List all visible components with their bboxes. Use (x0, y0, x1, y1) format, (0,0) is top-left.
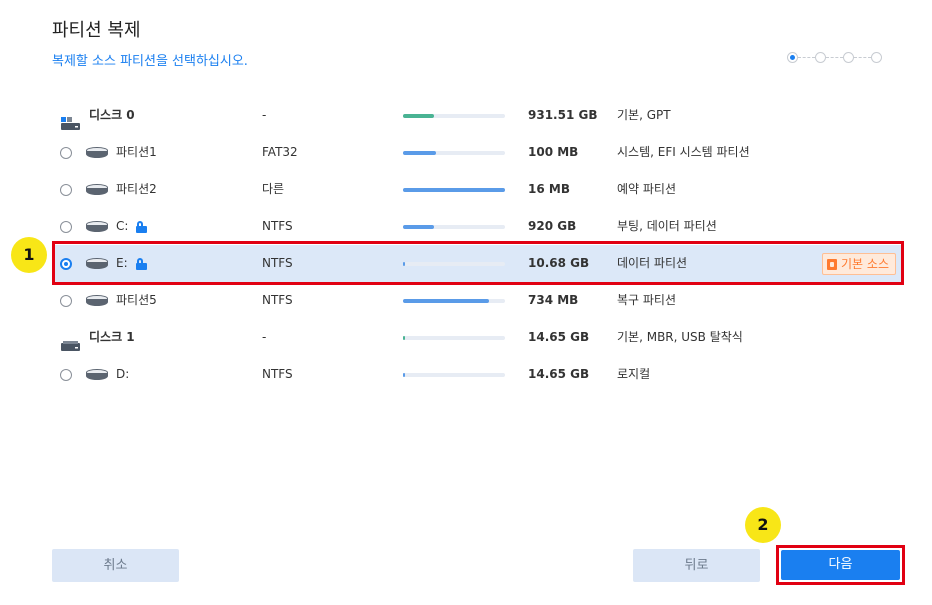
page-title: 파티션 복제 (52, 20, 141, 41)
partition-name: 파티션1 (116, 145, 157, 159)
description-cell: 로지컬 (617, 367, 651, 381)
description-cell: 복구 파티션 (617, 293, 677, 307)
usage-bar-fill (403, 114, 434, 118)
highlight-box-row (52, 241, 904, 285)
partition-row[interactable]: D: NTFS 14.65 GB 로지컬 (52, 356, 904, 393)
name-cell: 디스크 1 (60, 319, 135, 356)
usage-bar (403, 151, 505, 155)
name-cell: D: (60, 356, 129, 393)
page-subtitle: 복제할 소스 파티션을 선택하십시오. (52, 54, 248, 69)
name-cell: C: (60, 208, 148, 245)
size-cell: 14.65 GB (528, 367, 590, 381)
size-cell: 734 MB (528, 293, 579, 307)
disk-name: 디스크 0 (89, 108, 135, 122)
partition-name: C: (116, 219, 129, 233)
size-cell: 931.51 GB (528, 108, 598, 122)
usage-bar-fill (403, 225, 434, 229)
filesystem-cell: - (262, 330, 267, 344)
partition-name: D: (116, 367, 130, 381)
filesystem-cell: 다른 (262, 182, 285, 196)
description-cell: 시스템, EFI 시스템 파티션 (617, 145, 750, 159)
partition-radio[interactable] (60, 183, 72, 196)
step-connector (798, 56, 815, 58)
step-dot-3 (843, 51, 854, 63)
cancel-button[interactable]: 취소 (52, 549, 179, 582)
partition-radio[interactable] (60, 146, 72, 159)
disk-name: 디스크 1 (89, 330, 135, 344)
filesystem-cell: FAT32 (262, 145, 298, 159)
partition-icon (86, 146, 108, 159)
step-indicator (787, 50, 882, 64)
usage-bar (403, 336, 505, 340)
disk-row: 디스크 1 - 14.65 GB 기본, MBR, USB 탈착식 (52, 319, 904, 356)
description-cell: 기본, GPT (617, 108, 671, 122)
annotation-marker-1: 1 (11, 237, 47, 273)
partition-icon (86, 294, 108, 307)
partition-icon (86, 220, 108, 233)
name-cell: 파티션1 (60, 134, 157, 171)
partition-row[interactable]: 파티션1 FAT32 100 MB 시스템, EFI 시스템 파티션 (52, 134, 904, 171)
partition-radio[interactable] (60, 294, 72, 307)
filesystem-cell: NTFS (262, 293, 293, 307)
step-connector (826, 56, 843, 58)
usage-bar-fill (403, 336, 405, 340)
partition-row[interactable]: 파티션2 다른 16 MB 예약 파티션 (52, 171, 904, 208)
usage-bar-fill (403, 373, 405, 377)
size-cell: 14.65 GB (528, 330, 590, 344)
filesystem-cell: NTFS (262, 219, 293, 233)
usage-bar-fill (403, 151, 436, 155)
name-cell: 파티션2 (60, 171, 157, 208)
description-cell: 부팅, 데이터 파티션 (617, 219, 717, 233)
usb-drive-icon (60, 331, 81, 351)
step-dot-2 (815, 51, 826, 63)
size-cell: 100 MB (528, 145, 579, 159)
partition-radio[interactable] (60, 368, 72, 381)
partition-row[interactable]: 파티션5 NTFS 734 MB 복구 파티션 (52, 282, 904, 319)
partition-icon (86, 183, 108, 196)
name-cell: 파티션5 (60, 282, 157, 319)
description-cell: 기본, MBR, USB 탈착식 (617, 330, 743, 344)
size-cell: 920 GB (528, 219, 577, 233)
usage-bar (403, 225, 505, 229)
partition-name: 파티션2 (116, 182, 157, 196)
usage-bar-fill (403, 188, 505, 192)
partition-icon (86, 368, 108, 381)
filesystem-cell: NTFS (262, 367, 293, 381)
usage-bar (403, 114, 505, 118)
hard-disk-icon (60, 109, 81, 130)
name-cell: 디스크 0 (60, 97, 135, 134)
step-dot-4 (871, 51, 882, 63)
step-dot-1 (787, 51, 798, 63)
usage-bar (403, 299, 505, 303)
size-cell: 16 MB (528, 182, 570, 196)
step-connector (854, 56, 871, 58)
description-cell: 예약 파티션 (617, 182, 677, 196)
usage-bar (403, 373, 505, 377)
next-button[interactable]: 다음 (781, 550, 900, 580)
partition-name: 파티션5 (116, 293, 157, 307)
unlock-icon (136, 221, 148, 233)
usage-bar-fill (403, 299, 489, 303)
partition-radio[interactable] (60, 220, 72, 233)
usage-bar (403, 188, 505, 192)
annotation-marker-2: 2 (745, 507, 781, 543)
filesystem-cell: - (262, 108, 267, 122)
back-button[interactable]: 뒤로 (633, 549, 760, 582)
disk-row: 디스크 0 - 931.51 GB 기본, GPT (52, 97, 904, 134)
partition-row[interactable]: C: NTFS 920 GB 부팅, 데이터 파티션 (52, 208, 904, 245)
